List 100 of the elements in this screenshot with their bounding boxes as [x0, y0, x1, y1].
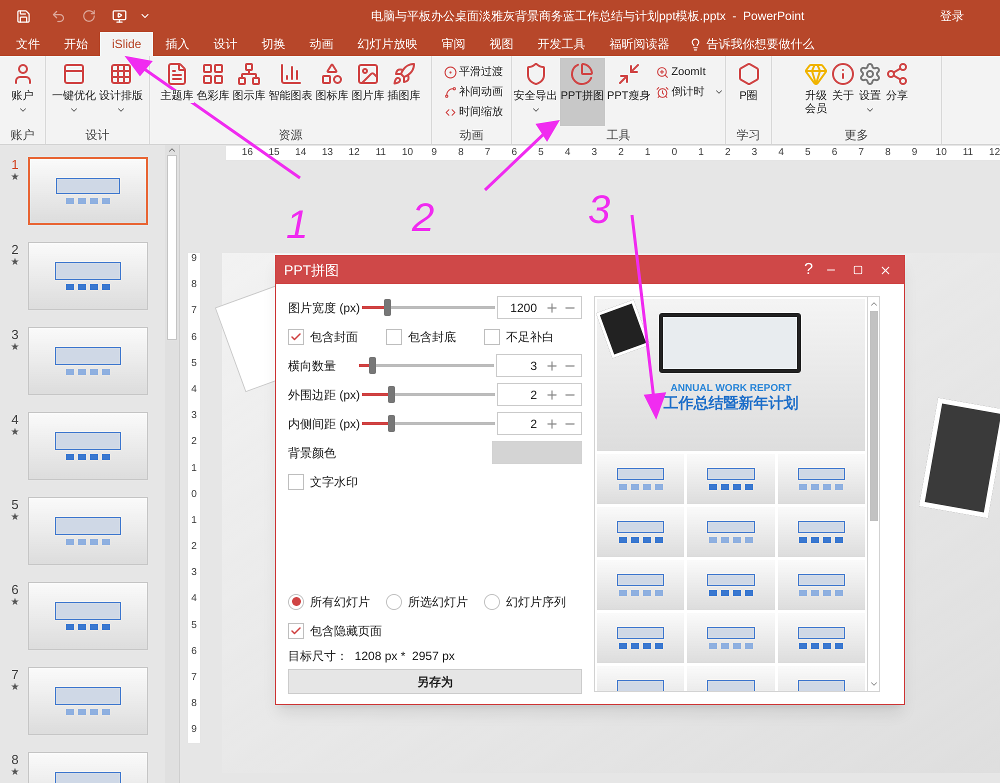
- cover-subtitle: ANNUAL WORK REPORT: [670, 383, 792, 395]
- number-field[interactable]: 3: [496, 354, 582, 377]
- ruler-number: 9: [190, 724, 198, 738]
- ruler-number: 8: [190, 698, 198, 712]
- star-mark: ★: [10, 597, 20, 609]
- login-link[interactable]: 登录: [940, 7, 964, 25]
- ribbon-tab[interactable]: 设计: [201, 32, 250, 56]
- scrollbar-thumb[interactable]: [167, 155, 177, 340]
- scrollbar[interactable]: [868, 296, 880, 692]
- ribbon-button[interactable]: 设置: [857, 58, 883, 126]
- plus-icon[interactable]: [545, 300, 559, 314]
- slider-thumb[interactable]: [388, 386, 396, 403]
- ribbon-tab[interactable]: 文件: [4, 32, 52, 56]
- ribbon-button[interactable]: 账户: [10, 58, 36, 126]
- plus-icon[interactable]: [545, 358, 559, 372]
- slider[interactable]: [360, 415, 498, 432]
- help-button[interactable]: ?: [804, 258, 813, 282]
- ribbon-tab[interactable]: iSlide: [100, 32, 154, 56]
- ribbon-tab[interactable]: 福昕阅读器: [597, 32, 682, 56]
- ribbon-button[interactable]: 图示库: [232, 58, 266, 126]
- ribbon-button[interactable]: 一键优化: [51, 58, 97, 126]
- scrollbar-thumb[interactable]: [870, 311, 878, 521]
- group-label: 账户: [10, 127, 36, 144]
- ruler-number: 9: [190, 253, 198, 266]
- ruler-number: 5: [190, 620, 198, 633]
- slide-number: 6: [11, 582, 19, 597]
- ribbon-tab[interactable]: 幻灯片放映: [345, 32, 430, 56]
- ribbon-tab[interactable]: 插入: [153, 32, 202, 56]
- ruler-number: 8: [457, 147, 465, 159]
- radio-button[interactable]: [484, 594, 500, 610]
- ribbon-tab[interactable]: 切换: [249, 32, 298, 56]
- radio-button[interactable]: [288, 594, 304, 610]
- slider[interactable]: [356, 357, 496, 374]
- number-field[interactable]: 2: [497, 383, 582, 406]
- close-icon[interactable]: [879, 264, 892, 276]
- ribbon-tab[interactable]: 审阅: [429, 32, 478, 56]
- dot-icon: [444, 66, 457, 78]
- radio-button[interactable]: [386, 594, 402, 610]
- ribbon-button[interactable]: 图片库: [350, 58, 386, 126]
- diagram-icon: [237, 62, 261, 86]
- ruler-number: 16: [240, 147, 254, 159]
- ruler-number: 6: [190, 646, 198, 659]
- ribbon-button[interactable]: P圈: [736, 58, 762, 126]
- radio-label: 所选幻灯片: [408, 594, 468, 610]
- ribbon-button[interactable]: 色彩库: [196, 58, 230, 126]
- checkbox[interactable]: [484, 328, 500, 344]
- grid-icon: [109, 62, 133, 86]
- ribbon-tab[interactable]: 视图: [477, 32, 526, 56]
- checkbox[interactable]: [288, 622, 304, 638]
- maximize-icon[interactable]: [853, 265, 863, 275]
- plus-icon[interactable]: [545, 388, 559, 402]
- slide-number: 4: [11, 412, 19, 427]
- checkbox[interactable]: [386, 328, 402, 344]
- ribbon-button[interactable]: 智能图表: [268, 58, 314, 126]
- ribbon-button[interactable]: 升级会员: [803, 58, 829, 126]
- ribbon-button[interactable]: 主题库: [160, 58, 194, 126]
- ruler-number: 10: [400, 147, 414, 159]
- ruler-number: 2: [190, 436, 198, 450]
- ribbon-tab[interactable]: 开始: [52, 32, 100, 56]
- ribbon-button[interactable]: 时间缩放: [444, 102, 503, 122]
- save-icon[interactable]: [16, 8, 31, 24]
- ribbon-button[interactable]: 补间动画: [444, 82, 503, 102]
- ribbon-tab[interactable]: 开发工具: [525, 32, 598, 56]
- ribbon-tab[interactable]: 动画: [297, 32, 346, 56]
- checkbox[interactable]: [288, 474, 304, 490]
- slider-thumb[interactable]: [369, 357, 376, 374]
- tell-me-field[interactable]: 告诉我你想要做什么: [706, 35, 814, 53]
- checkbox[interactable]: [288, 328, 304, 344]
- ribbon-button[interactable]: 倒计时: [656, 82, 724, 102]
- ruler-number: 3: [190, 410, 198, 424]
- ruler-number: 5: [804, 147, 812, 159]
- slider-thumb[interactable]: [388, 415, 396, 432]
- ribbon-button[interactable]: 图标库: [314, 58, 350, 126]
- star-mark: ★: [10, 767, 20, 779]
- save-as-button[interactable]: 另存为: [288, 669, 582, 694]
- ribbon-button[interactable]: PPT拼图: [560, 58, 605, 126]
- ruler-number: 1: [644, 147, 652, 159]
- shapes-icon: [320, 62, 344, 86]
- ribbon-button[interactable]: 分享: [884, 58, 910, 126]
- slide-number: 8: [11, 752, 19, 767]
- number-field[interactable]: 2: [497, 412, 582, 435]
- field-label: 外围边距 (px): [288, 386, 360, 404]
- plus-icon[interactable]: [545, 416, 559, 430]
- ruler-number: 12: [348, 147, 361, 159]
- ruler-number: 9: [910, 147, 918, 159]
- ribbon-button[interactable]: 插图库: [386, 58, 422, 126]
- ribbon-button[interactable]: PPT瘦身: [606, 58, 652, 126]
- slider-thumb[interactable]: [384, 299, 392, 316]
- presenter-icon[interactable]: [112, 8, 127, 24]
- ribbon-button[interactable]: 关于: [830, 58, 856, 126]
- number-field[interactable]: 1200: [497, 296, 582, 319]
- document-icon: [165, 62, 189, 86]
- slider[interactable]: [360, 386, 498, 403]
- ribbon-button[interactable]: 平滑过渡: [444, 62, 503, 82]
- slider[interactable]: [360, 299, 498, 316]
- ribbon-button[interactable]: ZoomIt: [656, 62, 724, 82]
- slide-number: 2: [11, 242, 19, 257]
- color-swatch[interactable]: [492, 441, 582, 464]
- scrollbar[interactable]: [165, 145, 179, 783]
- group-label: 资源: [278, 127, 304, 144]
